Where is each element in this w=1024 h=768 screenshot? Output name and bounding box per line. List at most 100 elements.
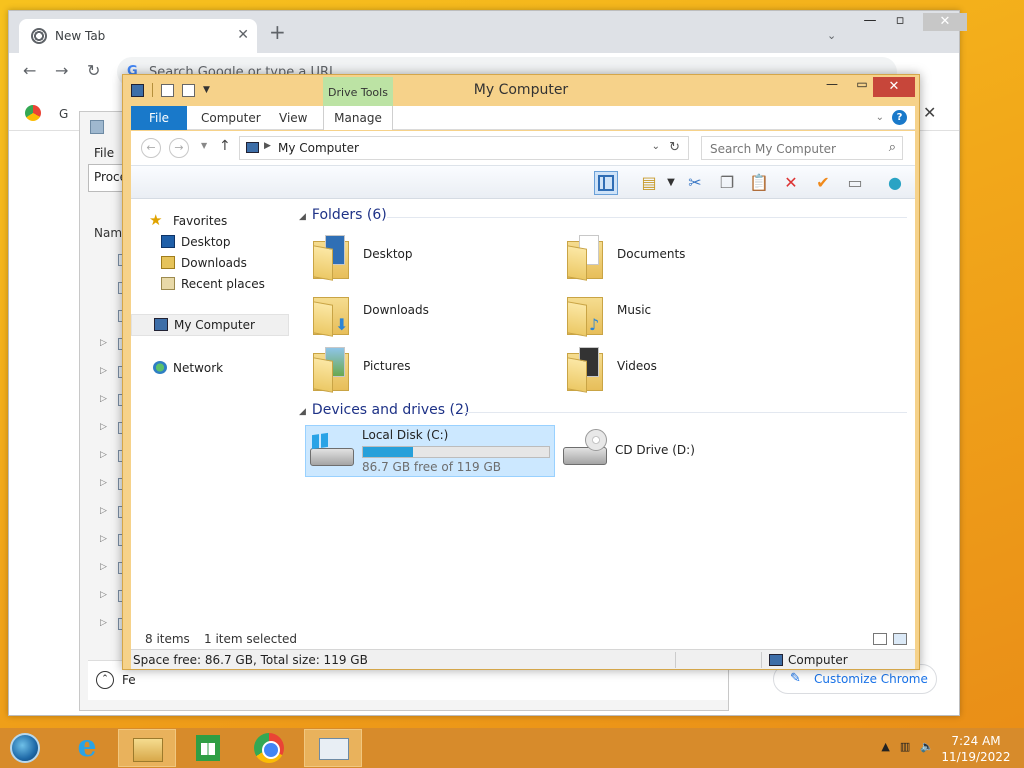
status-separator: [761, 652, 762, 668]
drive-cd-d[interactable]: CD Drive (D:): [559, 425, 759, 477]
taskbar-chrome[interactable]: [240, 729, 298, 767]
nav-desktop[interactable]: Desktop: [131, 232, 289, 252]
chrome-close-button[interactable]: ✕: [923, 13, 967, 31]
nav-recent-places[interactable]: Recent places: [131, 274, 289, 294]
chrome-maximize-button[interactable]: ▫: [885, 13, 915, 33]
tab-view[interactable]: View: [267, 106, 319, 130]
explorer-title-bar[interactable]: ▼ Drive Tools My Computer — ▭ ✕: [123, 75, 919, 107]
checkmark-icon[interactable]: ✔: [811, 171, 835, 195]
minimize-button[interactable]: —: [817, 77, 847, 97]
internet-explorer-icon: e: [77, 729, 97, 764]
breadcrumb-chevron-icon[interactable]: ▶: [264, 141, 271, 151]
google-apps-icon[interactable]: [25, 105, 41, 121]
drive-local-disk-c[interactable]: Local Disk (C:) 86.7 GB free of 119 GB: [305, 425, 555, 477]
nav-downloads[interactable]: Downloads: [131, 253, 289, 273]
taskbar-file-explorer[interactable]: [118, 729, 176, 767]
recent-locations-chevron-icon[interactable]: ▼: [201, 141, 207, 150]
rename-icon[interactable]: ▭: [843, 171, 867, 195]
copy-icon[interactable]: ❐: [715, 171, 739, 195]
drives-group-header[interactable]: ◢ Devices and drives (2): [299, 402, 469, 418]
nav-favorites[interactable]: ★ Favorites: [131, 211, 289, 231]
expand-arrow-icon[interactable]: ▷: [100, 590, 107, 600]
help-icon[interactable]: ?: [892, 110, 907, 125]
toolbar-dropdown-chevron-icon[interactable]: ▼: [659, 171, 683, 195]
footer-label[interactable]: Fe: [122, 673, 136, 687]
address-dropdown-chevron-icon[interactable]: ⌄: [652, 141, 660, 152]
chrome-tab[interactable]: New Tab ✕: [19, 19, 257, 53]
downloads-icon: [161, 256, 175, 269]
volume-icon[interactable]: 🔈: [920, 740, 934, 753]
address-field[interactable]: ▶ My Computer ⌄ ↻: [239, 136, 689, 160]
close-icon[interactable]: ✕: [923, 103, 936, 122]
globe-icon[interactable]: ●: [883, 171, 907, 195]
forward-icon[interactable]: →: [55, 61, 68, 80]
item-count: 8 items: [145, 632, 190, 646]
folders-group-label: Folders (6): [311, 207, 387, 223]
details-status-bar: Space free: 86.7 GB, Total size: 119 GB …: [131, 649, 915, 669]
folder-videos[interactable]: Videos: [559, 343, 779, 393]
collapse-triangle-icon[interactable]: ◢: [299, 212, 306, 222]
expand-arrow-icon[interactable]: ▷: [100, 394, 107, 404]
folder-documents[interactable]: Documents: [559, 231, 779, 281]
folder-desktop[interactable]: Desktop: [305, 231, 525, 281]
back-icon[interactable]: ←: [23, 61, 36, 80]
collapse-icon[interactable]: ⌃: [96, 671, 114, 689]
expand-ribbon-chevron-icon[interactable]: ⌄: [876, 112, 884, 123]
details-view-icon[interactable]: [873, 633, 887, 645]
breadcrumb[interactable]: My Computer: [278, 141, 359, 155]
expand-arrow-icon[interactable]: ▷: [100, 562, 107, 572]
expand-arrow-icon[interactable]: ▷: [100, 478, 107, 488]
folder-music[interactable]: ♪ Music: [559, 287, 779, 337]
search-icon[interactable]: ⌕: [889, 140, 896, 155]
back-icon[interactable]: ←: [141, 138, 161, 158]
preview-pane-icon[interactable]: [594, 171, 618, 195]
drive-usage-bar: [362, 446, 550, 458]
taskbar-task-manager[interactable]: [304, 729, 362, 767]
folder-downloads[interactable]: ⬇ Downloads: [305, 287, 525, 337]
close-button[interactable]: ✕: [873, 77, 915, 97]
paste-icon[interactable]: 📋: [747, 171, 771, 195]
nav-network[interactable]: Network: [131, 358, 289, 378]
expand-arrow-icon[interactable]: ▷: [100, 618, 107, 628]
collapse-triangle-icon[interactable]: ◢: [299, 407, 306, 417]
command-toolbar: ▤ ▼ ✂ ❐ 📋 ✕ ✔ ▭ ●: [131, 165, 915, 199]
forward-icon[interactable]: →: [169, 138, 189, 158]
expand-arrow-icon[interactable]: ▷: [100, 506, 107, 516]
chrome-minimize-button[interactable]: —: [855, 13, 885, 33]
nav-my-computer[interactable]: My Computer: [131, 314, 289, 336]
refresh-icon[interactable]: ↻: [669, 140, 680, 155]
up-arrow-icon[interactable]: ↑: [219, 138, 231, 154]
nav-my-computer-label: My Computer: [174, 318, 255, 332]
cut-icon[interactable]: ✂: [683, 171, 707, 195]
taskbar-internet-explorer[interactable]: e: [58, 729, 116, 767]
drives-group-label: Devices and drives (2): [311, 402, 470, 418]
expand-arrow-icon[interactable]: ▷: [100, 338, 107, 348]
search-input[interactable]: Search My Computer ⌕: [701, 136, 903, 160]
close-tab-icon[interactable]: ✕: [237, 27, 249, 43]
large-icons-view-icon[interactable]: [893, 633, 907, 645]
taskbar-store[interactable]: [178, 729, 236, 767]
network-tray-icon[interactable]: ▥: [900, 740, 910, 753]
expand-arrow-icon[interactable]: ▷: [100, 534, 107, 544]
delete-icon[interactable]: ✕: [779, 171, 803, 195]
start-button[interactable]: [0, 729, 58, 767]
new-tab-button[interactable]: +: [269, 22, 286, 42]
folder-label: Music: [617, 303, 652, 317]
tab-computer[interactable]: Computer: [189, 106, 273, 130]
select-folder-icon[interactable]: ▤: [637, 171, 661, 195]
clock[interactable]: 7:24 AM 11/19/2022: [940, 733, 1012, 765]
tab-manage[interactable]: Manage: [323, 106, 393, 130]
reload-icon[interactable]: ↻: [87, 61, 100, 80]
tab-search-chevron-icon[interactable]: ⌄: [827, 29, 836, 42]
expand-arrow-icon[interactable]: ▷: [100, 422, 107, 432]
show-hidden-icons-icon[interactable]: ▲: [881, 740, 889, 753]
folder-pictures[interactable]: Pictures: [305, 343, 525, 393]
chrome-tab-favicon-icon: [31, 28, 47, 44]
bookmark-label[interactable]: G: [59, 107, 68, 121]
desktop-icon: [161, 235, 175, 248]
tab-file[interactable]: File: [131, 106, 187, 130]
folders-group-header[interactable]: ◢ Folders (6): [299, 207, 387, 223]
menu-file[interactable]: File: [94, 146, 114, 160]
expand-arrow-icon[interactable]: ▷: [100, 366, 107, 376]
expand-arrow-icon[interactable]: ▷: [100, 450, 107, 460]
